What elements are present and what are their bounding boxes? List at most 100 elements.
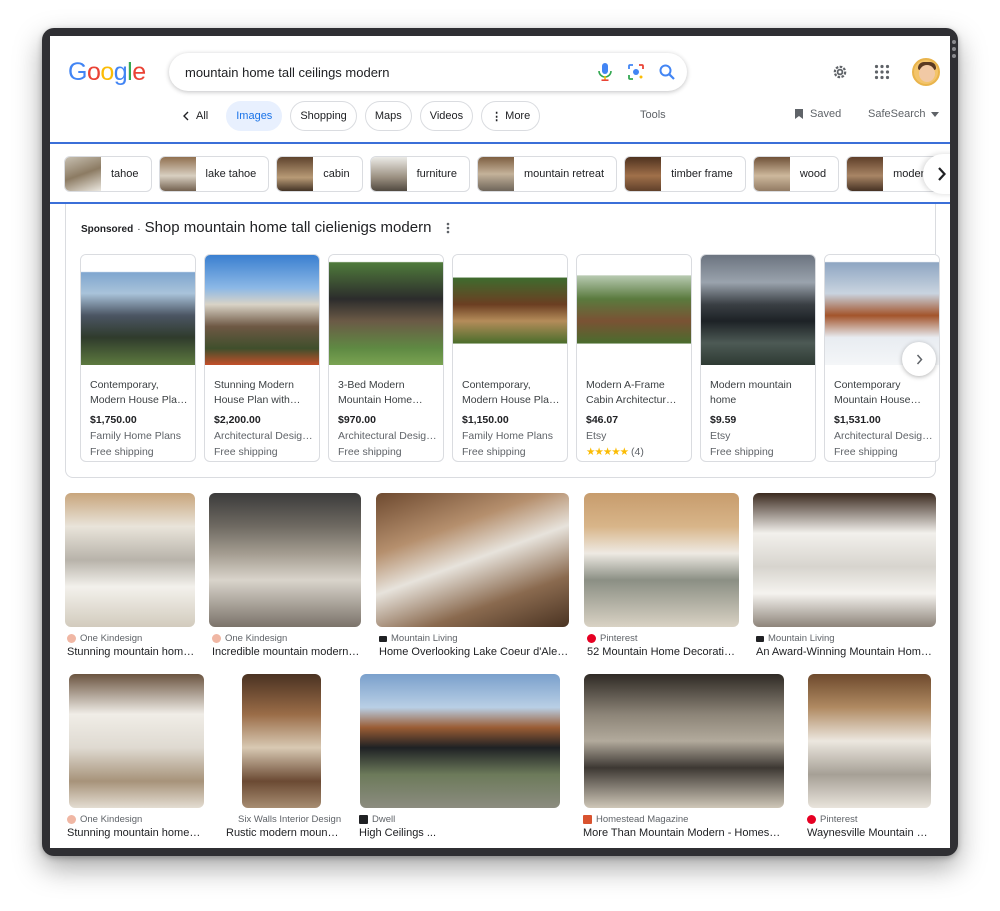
result-source[interactable]: One Kindesign — [67, 633, 142, 644]
saved-button[interactable]: Saved — [794, 108, 841, 120]
product-card[interactable]: Modern mountain home $9.59 Etsy Free ship… — [700, 254, 816, 462]
google-logo[interactable]: Google — [68, 58, 146, 87]
result-caption[interactable]: High Ceilings ... — [359, 827, 559, 839]
camera-lens-icon[interactable] — [625, 61, 647, 83]
sponsored-shopping-section: Sponsored · Shop mountain home tall ciel… — [65, 204, 940, 478]
chip-lake-tahoe[interactable]: lake tahoe — [158, 156, 270, 192]
chevron-left-icon — [183, 111, 189, 121]
result-image[interactable] — [376, 493, 569, 627]
search-icon[interactable] — [656, 61, 678, 83]
gear-icon[interactable] — [828, 60, 852, 84]
result-source[interactable]: Mountain Living — [756, 633, 835, 644]
logo-letter: g — [113, 58, 128, 86]
avatar[interactable] — [912, 58, 940, 86]
result-caption[interactable]: Stunning mountain home i… — [67, 827, 203, 839]
result-image[interactable] — [584, 674, 784, 808]
tab-more[interactable]: ⋮ More — [481, 101, 541, 131]
product-card[interactable]: Stunning Modern House Plan with… $2,200.0… — [204, 254, 320, 462]
result-caption[interactable]: An Award-Winning Mountain Home… — [756, 646, 936, 658]
safesearch-label: SafeSearch — [868, 108, 926, 120]
result-caption[interactable]: Rustic modern mount… — [226, 827, 340, 839]
device-frame: Google mountain home tall ceilings moder… — [42, 28, 958, 856]
chip-thumbnail — [753, 157, 790, 191]
tab-all[interactable]: All — [174, 101, 218, 131]
product-title-line: Modern mountain — [710, 379, 792, 391]
product-price: $2,200.00 — [214, 414, 261, 426]
result-source[interactable]: Pinterest — [587, 633, 638, 644]
tools-button[interactable]: Tools — [640, 109, 666, 121]
search-input[interactable]: mountain home tall ceilings modern — [185, 65, 594, 80]
result-image[interactable] — [242, 674, 321, 808]
apps-grid-icon[interactable] — [870, 60, 894, 84]
chip-wood[interactable]: wood — [752, 156, 840, 192]
product-card[interactable]: Modern A-Frame Cabin Architectur… $46.07 … — [576, 254, 692, 462]
result-caption[interactable]: Waynesville Mountain M… — [807, 827, 935, 839]
logo-letter: o — [100, 58, 114, 86]
source-favicon — [67, 634, 76, 643]
product-image — [701, 255, 815, 365]
tab-maps[interactable]: Maps — [364, 101, 412, 131]
source-favicon — [379, 635, 387, 642]
product-title-line: Contemporary, — [90, 379, 159, 391]
product-title: Modern A-Frame Cabin Architectur… — [586, 378, 686, 408]
tab-shopping[interactable]: Shopping — [290, 101, 357, 131]
chip-timber-frame[interactable]: timber frame — [624, 156, 746, 192]
result-caption[interactable]: 52 Mountain Home Decoratin… — [587, 646, 739, 658]
source-name: Homestead Magazine — [596, 814, 689, 825]
safesearch-dropdown[interactable]: SafeSearch — [868, 108, 940, 120]
chip-label: cabin — [323, 168, 350, 180]
source-favicon — [583, 815, 592, 824]
product-card[interactable]: 3-Bed Modern Mountain Home… $970.00 Archi… — [328, 254, 444, 462]
chip-thumbnail — [847, 157, 884, 191]
result-image[interactable] — [360, 674, 560, 808]
chip-cabin[interactable]: cabin — [276, 156, 363, 192]
tab-images[interactable]: Images — [226, 101, 283, 131]
chip-tahoe[interactable]: tahoe — [64, 156, 152, 192]
result-caption[interactable]: Stunning mountain hom… — [67, 646, 195, 658]
dropdown-arrow-icon — [931, 111, 940, 117]
result-source[interactable]: One Kindesign — [67, 814, 142, 825]
search-box[interactable]: mountain home tall ceilings modern — [169, 53, 687, 91]
result-image[interactable] — [69, 674, 204, 808]
result-image[interactable] — [753, 493, 936, 627]
products-next-button[interactable] — [902, 342, 936, 376]
product-price: $1,750.00 — [90, 414, 137, 426]
source-name: Six Walls Interior Design — [238, 814, 342, 825]
result-image[interactable] — [65, 493, 195, 627]
result-source[interactable]: One Kindesign — [212, 633, 287, 644]
logo-letter: e — [132, 58, 146, 86]
chip-thumbnail — [159, 157, 196, 191]
product-card[interactable]: Contemporary, Modern House Pla… $1,150.00… — [452, 254, 568, 462]
product-price: $1,150.00 — [462, 414, 509, 426]
result-source[interactable]: Dwell — [359, 814, 395, 825]
microphone-icon[interactable] — [594, 61, 616, 83]
more-vert-icon[interactable] — [446, 221, 450, 239]
result-image[interactable] — [584, 493, 739, 627]
frame-menu-dots — [952, 40, 956, 58]
product-card[interactable]: Contemporary, Modern House Pla… $1,750.00… — [80, 254, 196, 462]
logo-letter: o — [86, 58, 101, 86]
chip-thumbnail — [625, 157, 662, 191]
result-source[interactable]: Pinterest — [807, 814, 858, 825]
result-caption[interactable]: Home Overlooking Lake Coeur d'Alen… — [379, 646, 569, 658]
result-image[interactable] — [808, 674, 931, 808]
chip-label: timber frame — [671, 168, 733, 180]
result-caption[interactable]: More Than Mountain Modern - Homeste… — [583, 827, 783, 839]
result-source[interactable]: Six Walls Interior Design — [238, 814, 341, 825]
chip-furniture[interactable]: furniture — [369, 156, 470, 192]
result-source[interactable]: Mountain Living — [379, 633, 458, 644]
product-title-line: Modern A-Frame — [586, 379, 665, 391]
result-source[interactable]: Homestead Magazine — [583, 814, 688, 825]
chip-mountain-retreat[interactable]: mountain retreat — [476, 156, 618, 192]
result-image[interactable] — [209, 493, 361, 627]
product-image — [577, 255, 691, 365]
source-name: One Kindesign — [80, 814, 143, 825]
product-shipping: Free shipping — [462, 446, 526, 458]
result-caption[interactable]: Incredible mountain modern … — [212, 646, 360, 658]
product-shipping: Free shipping — [834, 446, 898, 458]
tab-more-label: More — [505, 110, 531, 122]
chip-thumbnail — [477, 157, 514, 191]
chip-thumbnail — [277, 157, 314, 191]
dwell-icon — [359, 815, 368, 824]
tab-videos[interactable]: Videos — [419, 101, 474, 131]
